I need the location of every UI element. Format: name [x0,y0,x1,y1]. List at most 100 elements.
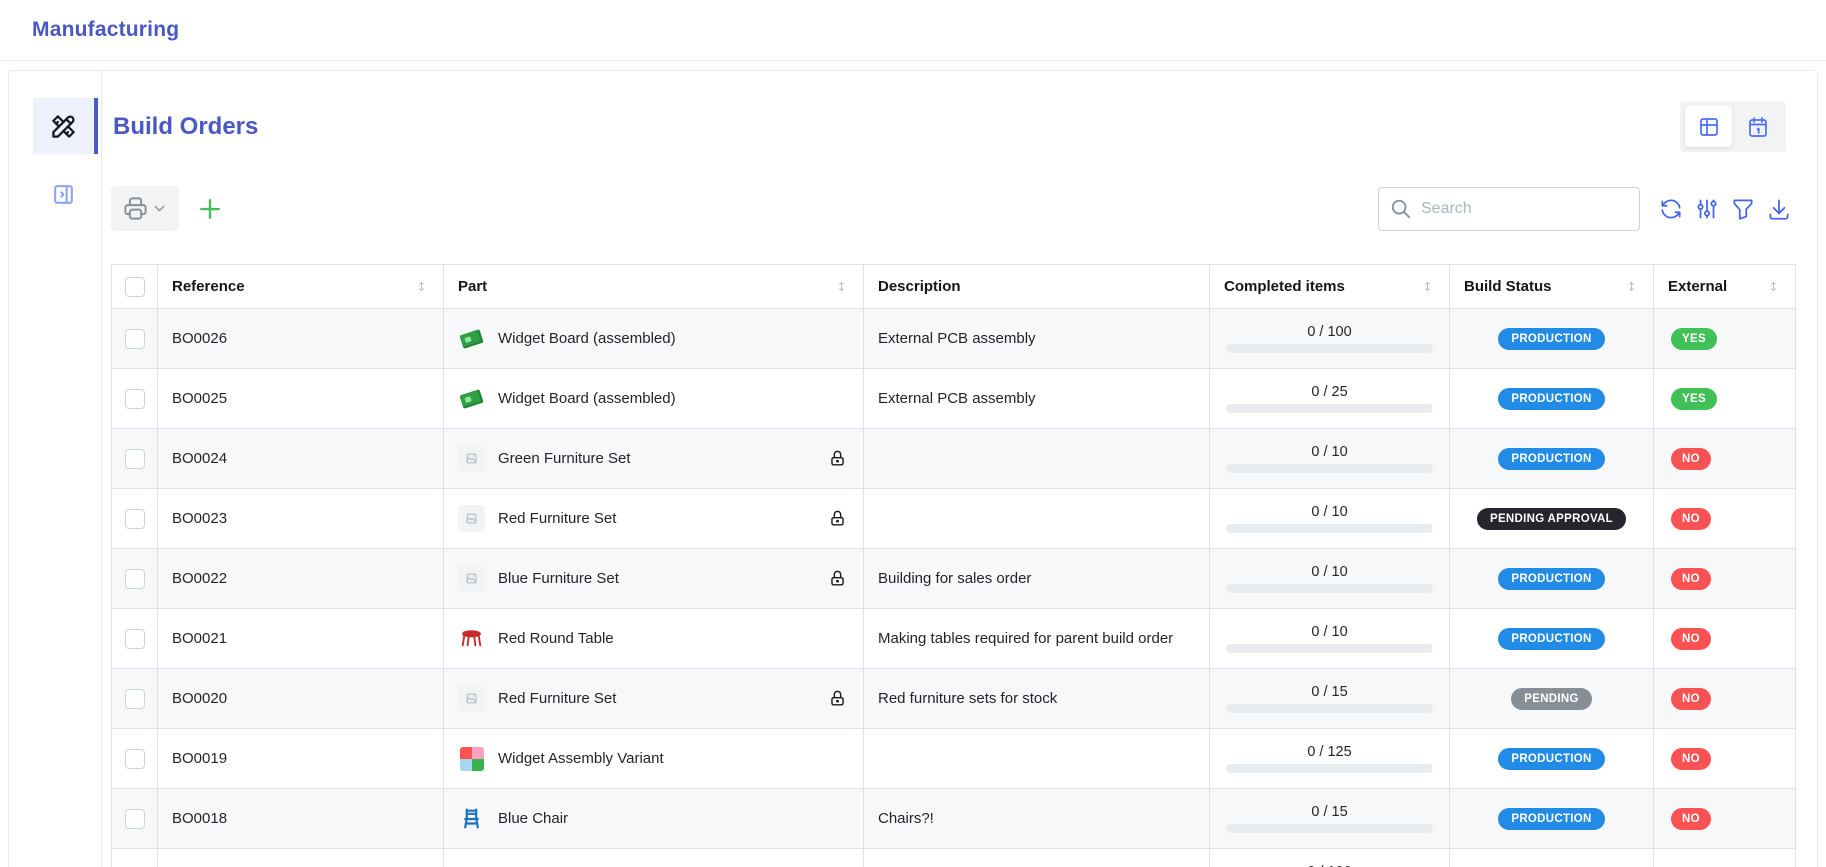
plus-icon [195,194,225,224]
reference-value: BO0022 [172,570,227,587]
part-name[interactable]: Red Furniture Set [498,510,616,527]
add-build-order-button[interactable] [195,194,225,224]
completed-items-value: 0 / 15 [1222,804,1437,820]
expand-sidebar-button[interactable] [33,166,93,222]
row-checkbox[interactable] [125,449,145,469]
row-checkbox[interactable] [125,569,145,589]
part-name[interactable]: Blue Chair [498,810,568,827]
row-checkbox[interactable] [125,749,145,769]
part-name[interactable]: Widget Board (assembled) [498,390,676,407]
table-settings-button[interactable] [1689,191,1724,226]
description-value: External PCB assembly [864,309,1210,369]
table-row[interactable]: BO0021 Red Round Table Making tables req… [112,609,1796,669]
build-status-badge: PRODUCTION [1498,328,1604,350]
part-name[interactable]: Red Furniture Set [498,690,616,707]
table-view-button[interactable] [1685,106,1732,147]
refresh-button[interactable] [1653,191,1688,226]
select-all-checkbox[interactable] [125,277,145,297]
table-row[interactable]: BO0025 Widget Board (assembled) External… [112,369,1796,429]
column-header[interactable]: Description [864,265,1210,309]
chevron-down-icon [151,200,168,217]
sort-icon[interactable] [1420,279,1435,294]
build-status-badge: PENDING APPROVAL [1477,508,1626,530]
panel-tab-strip [9,71,102,867]
tab-build-orders[interactable] [33,98,93,154]
external-badge: NO [1671,568,1711,590]
part-name[interactable]: Widget Board (assembled) [498,330,676,347]
download-button[interactable] [1761,191,1796,226]
table-row[interactable]: BO0022 Blue Furniture Set Building for s… [112,549,1796,609]
lock-icon [828,449,849,468]
blue-chair-thumbnail [458,805,485,832]
table-row[interactable]: BO0019 Widget Assembly Variant 0 / 125 P… [112,729,1796,789]
description-value [864,729,1210,789]
table-row[interactable]: BO0023 Red Furniture Set 0 / 10 PENDING … [112,489,1796,549]
filter-button[interactable] [1725,191,1760,226]
page-title: Manufacturing [32,18,179,42]
pcb-thumbnail [458,325,485,352]
description-value: Building for sales order [864,549,1210,609]
row-checkbox[interactable] [125,629,145,649]
search-box [1378,187,1640,231]
table-row[interactable]: BO0024 Green Furniture Set 0 / 10 PRODUC… [112,429,1796,489]
column-header[interactable]: Reference [158,265,444,309]
sort-icon[interactable] [1624,279,1639,294]
search-input[interactable] [1421,200,1628,218]
build-status-badge: PRODUCTION [1498,448,1604,470]
calendar-view-button[interactable] [1734,106,1781,147]
refresh-icon [1658,196,1684,222]
sidebar-expand-icon [51,182,76,207]
external-badge: NO [1671,808,1711,830]
part-name[interactable]: Widget Assembly Variant [498,750,664,767]
completed-items-value: 0 / 10 [1222,444,1437,460]
row-checkbox[interactable] [125,509,145,529]
part-name[interactable]: Blue Furniture Set [498,570,619,587]
lock-icon [828,689,849,708]
progress-bar [1226,464,1432,473]
reference-value: BO0026 [172,330,227,347]
progress-bar [1226,524,1432,533]
table-row[interactable]: BO0020 Red Furniture Set Red furniture s… [112,669,1796,729]
table-row[interactable]: BO0018 Blue Chair Chairs?! 0 / 15 PRODUC… [112,789,1796,849]
completed-items-value: 0 / 10 [1222,624,1437,640]
description-value [864,489,1210,549]
row-checkbox[interactable] [125,809,145,829]
progress-bar [1226,344,1432,353]
table-row[interactable]: BO0026 Widget Board (assembled) External… [112,309,1796,369]
column-header[interactable]: Build Status [1450,265,1654,309]
external-badge: NO [1671,448,1711,470]
print-actions-button[interactable] [111,186,179,231]
build-status-badge: PRODUCTION [1498,568,1604,590]
column-header[interactable]: Part [444,265,864,309]
build-status-badge: PRODUCTION [1498,748,1604,770]
placeholder-thumbnail [458,505,485,532]
table-row[interactable]: BO0017 Widget Board (assembled) PCB cont… [112,849,1796,867]
app-header: Manufacturing [0,0,1826,61]
completed-items-value: 0 / 10 [1222,504,1437,520]
external-badge: NO [1671,508,1711,530]
external-badge: NO [1671,628,1711,650]
reference-value: BO0025 [172,390,227,407]
reference-value: BO0024 [172,450,227,467]
red-table-thumbnail [458,625,485,652]
part-name[interactable]: Green Furniture Set [498,450,631,467]
column-header[interactable]: Completed items [1210,265,1450,309]
filter-icon [1730,196,1756,222]
sort-icon[interactable] [834,279,849,294]
sort-icon[interactable] [414,279,429,294]
build-status-badge: PRODUCTION [1498,628,1604,650]
external-badge: NO [1671,748,1711,770]
row-checkbox[interactable] [125,389,145,409]
row-checkbox[interactable] [125,689,145,709]
description-value: PCB contstruction [864,849,1210,867]
pcb-thumbnail [458,385,485,412]
sort-icon[interactable] [1766,279,1781,294]
part-name[interactable]: Red Round Table [498,630,614,647]
column-header[interactable]: External [1654,265,1796,309]
progress-bar [1226,404,1432,413]
row-checkbox[interactable] [125,329,145,349]
table-header-row: Reference Part Description Completed ite… [112,265,1796,309]
description-value [864,429,1210,489]
table-icon [1697,115,1721,139]
reference-value: BO0020 [172,690,227,707]
